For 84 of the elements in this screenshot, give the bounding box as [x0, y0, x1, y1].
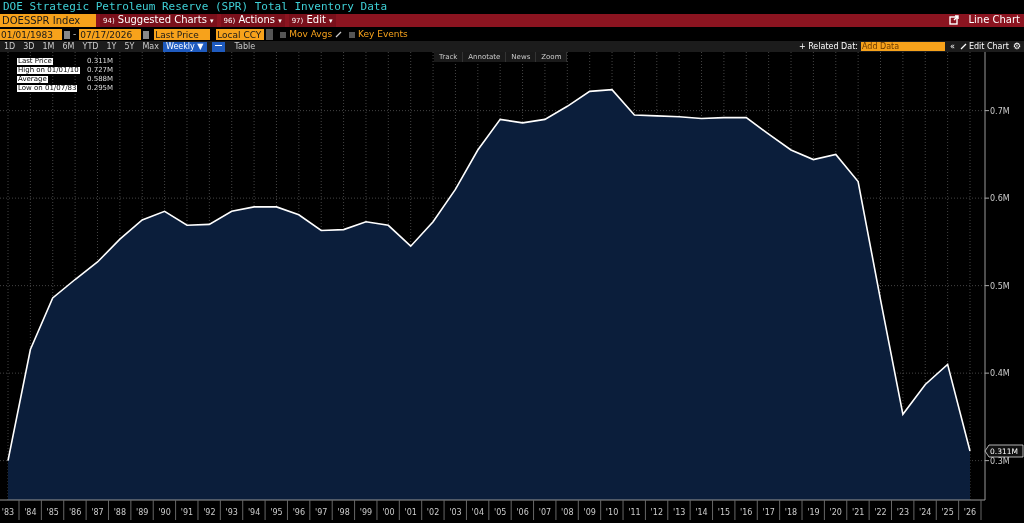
x-tick-label: '19	[807, 508, 820, 517]
checkbox[interactable]	[349, 31, 356, 38]
x-tick-label: '94	[247, 508, 261, 517]
y-tick-label: 0.4M	[990, 369, 1010, 379]
x-tick-label: '87	[91, 508, 104, 517]
x-tick-label: '11	[628, 508, 641, 517]
x-tick-label: '25	[941, 508, 954, 517]
period-tab[interactable]: 1Y	[102, 41, 121, 52]
x-tick-label: '15	[717, 508, 731, 517]
x-tick-label: '26	[963, 508, 977, 517]
x-tick-label: '21	[851, 508, 865, 517]
x-tick-label: '91	[180, 508, 194, 517]
start-date-field[interactable]: 01/01/1983	[0, 29, 62, 41]
period-tab[interactable]: 1D	[0, 41, 20, 52]
y-tick-label: 0.7M	[990, 106, 1010, 116]
period-tab[interactable]: Max	[138, 41, 163, 52]
x-tick-label: '86	[68, 508, 82, 517]
period-tab[interactable]: 5Y	[120, 41, 139, 52]
x-tick-label: '17	[762, 508, 775, 517]
x-tick-label: '13	[672, 508, 686, 517]
y-tick-label: 0.5M	[990, 281, 1010, 291]
x-tick-label: '99	[359, 508, 373, 517]
currency-selector[interactable]: Local CCY	[216, 29, 265, 41]
x-tick-label: '85	[46, 508, 59, 517]
x-tick-label: '93	[225, 508, 238, 517]
x-tick-label: '95	[270, 508, 283, 517]
x-tick-label: '18	[784, 508, 798, 517]
x-tick-label: '08	[561, 508, 574, 517]
chart-style-icon[interactable]	[211, 41, 225, 52]
y-tick-label: 0.6M	[990, 194, 1010, 204]
x-tick-label: '04	[471, 508, 484, 517]
field-selector[interactable]: Last Price	[154, 29, 211, 41]
checkbox[interactable]	[280, 31, 287, 38]
x-tick-label: '01	[404, 508, 417, 517]
x-tick-label: '09	[583, 508, 596, 517]
x-tick-label: '92	[203, 508, 216, 517]
period-tab[interactable]: YTD	[78, 41, 103, 52]
table-button[interactable]: Table	[234, 42, 256, 51]
y-tick: 0.6M	[984, 194, 1010, 204]
x-tick-label: '05	[494, 508, 507, 517]
y-tick: 0.7M	[984, 106, 1010, 116]
x-tick-label: '06	[516, 508, 529, 517]
x-tick-label: '96	[292, 508, 306, 517]
period-tab[interactable]: 1M	[38, 41, 59, 52]
end-date-field[interactable]: 07/17/2026	[79, 29, 142, 41]
x-tick-label: '84	[24, 508, 37, 517]
x-tick-label: '23	[896, 508, 910, 517]
x-tick-label: '03	[449, 508, 462, 517]
ticker-field[interactable]: DOESSPR Index	[0, 14, 96, 27]
x-tick-label: '89	[136, 508, 149, 517]
settings-icon[interactable]: ⚙	[1012, 42, 1021, 51]
related-data-label[interactable]: + Related Dat:	[798, 42, 858, 51]
x-tick-label: '24	[919, 508, 932, 517]
edit-chart-button[interactable]: Edit Chart	[968, 42, 1009, 51]
y-tick: 0.3M	[984, 456, 1010, 466]
x-tick-label: '22	[874, 508, 887, 517]
x-tick-label: '02	[426, 508, 440, 517]
x-tick-label: '16	[740, 508, 753, 517]
x-tick-label: '07	[538, 508, 552, 517]
x-tick-label: '10	[605, 508, 619, 517]
y-tick: 0.5M	[984, 281, 1010, 291]
y-tick-label: 0.3M	[990, 456, 1010, 466]
window-title: DOE Strategic Petroleum Reserve (SPR) Total Inventory Data	[3, 1, 388, 13]
x-tick-label: '14	[695, 508, 708, 517]
x-tick-label: '12	[650, 508, 663, 517]
toggle-label: Key Events	[358, 30, 408, 40]
x-tick-label: '88	[113, 508, 127, 517]
period-tab[interactable]: 6M	[58, 41, 79, 52]
collapse-button[interactable]: «	[950, 42, 955, 51]
y-tick: 0.4M	[984, 369, 1010, 379]
add-data-field[interactable]: Add Data	[861, 42, 945, 51]
period-tab[interactable]: 3D	[19, 41, 39, 52]
x-tick-label: '90	[158, 508, 171, 517]
x-tick-label: '97	[315, 508, 328, 517]
chart-type-button[interactable]: Line Chart	[968, 15, 1020, 26]
x-tick-label: '00	[382, 508, 395, 517]
frequency-dropdown[interactable]: Weekly ▼	[162, 41, 207, 52]
x-tick-label: '98	[337, 508, 350, 517]
x-tick-label: '83	[1, 508, 15, 517]
toggle-label: Mov Avgs	[289, 30, 333, 40]
date-separator: -	[72, 30, 78, 40]
pencil-icon[interactable]	[335, 31, 343, 39]
x-tick-label: '20	[829, 508, 842, 517]
external-link-icon	[948, 15, 959, 26]
